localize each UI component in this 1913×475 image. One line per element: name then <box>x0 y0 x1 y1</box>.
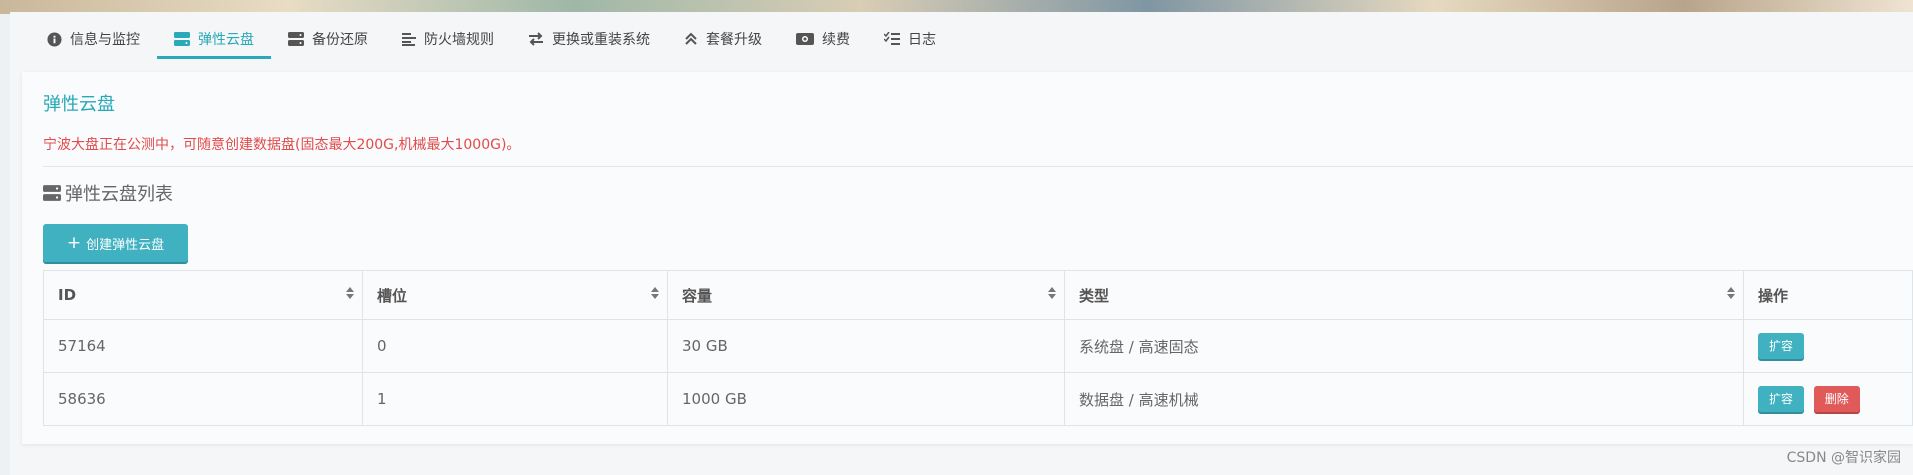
tab-label: 续费 <box>822 32 850 48</box>
tab-info-monitor[interactable]: 信息与监控 <box>30 22 157 56</box>
sort-icon <box>651 287 659 299</box>
tab-logs[interactable]: 日志 <box>867 22 953 56</box>
sort-icon <box>1727 287 1735 299</box>
cell-type: 系统盘 / 高速固态 <box>1064 319 1744 373</box>
disk-list-title-text: 弹性云盘列表 <box>65 184 173 205</box>
elastic-disk-panel: 弹性云盘 宁波大盘正在公测中，可随意创建数据盘(固态最大200G,机械最大100… <box>22 72 1913 444</box>
cell-slot: 0 <box>362 319 668 373</box>
column-header-type[interactable]: 类型 <box>1064 270 1744 320</box>
disk-list-title: 弹性云盘列表 <box>43 180 173 206</box>
column-header-actions: 操作 <box>1743 270 1913 320</box>
tab-bar: 信息与监控 弹性云盘 备份还原 防火墙规则 更换或重装系统 套餐升级 续费 日志 <box>30 22 953 59</box>
tab-label: 弹性云盘 <box>198 32 254 48</box>
money-icon <box>796 33 814 45</box>
expand-button[interactable]: 扩容 <box>1758 333 1805 359</box>
server-icon <box>43 185 61 201</box>
cell-id: 57164 <box>43 319 363 373</box>
tab-backup-restore[interactable]: 备份还原 <box>271 22 385 56</box>
column-header-slot[interactable]: 槽位 <box>362 270 668 320</box>
server-icon <box>288 32 304 46</box>
column-header-label: 槽位 <box>377 286 408 305</box>
tab-label: 防火墙规则 <box>424 32 494 48</box>
tab-label: 套餐升级 <box>706 32 762 48</box>
table-row: 57164 0 30 GB 系统盘 / 高速固态 扩容 <box>43 319 1913 373</box>
column-header-label: 类型 <box>1079 286 1110 305</box>
divider <box>43 166 1913 167</box>
align-left-icon <box>402 33 416 46</box>
tab-renew[interactable]: 续费 <box>779 22 867 56</box>
column-header-label: ID <box>58 286 77 304</box>
info-icon <box>47 31 62 47</box>
create-disk-button[interactable]: + 创建弹性云盘 <box>43 224 188 262</box>
tab-reinstall-system[interactable]: 更换或重装系统 <box>511 22 667 56</box>
tab-plan-upgrade[interactable]: 套餐升级 <box>667 22 779 56</box>
plus-icon: + <box>66 232 82 253</box>
cell-actions: 扩容 删除 <box>1743 372 1913 426</box>
cell-actions: 扩容 <box>1743 319 1913 373</box>
cell-type: 数据盘 / 高速机械 <box>1064 372 1744 426</box>
tab-firewall-rules[interactable]: 防火墙规则 <box>385 22 511 56</box>
watermark: CSDN @智识家园 <box>1786 450 1901 466</box>
create-disk-label: 创建弹性云盘 <box>86 237 165 253</box>
notice-text: 宁波大盘正在公测中，可随意创建数据盘(固态最大200G,机械最大1000G)。 <box>43 137 521 153</box>
column-header-label: 容量 <box>682 286 713 305</box>
sort-icon <box>1048 287 1056 299</box>
tab-elastic-disk[interactable]: 弹性云盘 <box>157 22 271 59</box>
table-row: 58636 1 1000 GB 数据盘 / 高速机械 扩容 删除 <box>43 372 1913 426</box>
cell-capacity: 30 GB <box>667 319 1065 373</box>
disk-table: ID 槽位 容量 类型 操作 57164 0 30 GB 系统盘 / 高速固态 … <box>43 270 1913 426</box>
cell-slot: 1 <box>362 372 668 426</box>
column-header-id[interactable]: ID <box>43 270 363 320</box>
disk-icon <box>174 32 190 46</box>
panel-title: 弹性云盘 <box>43 94 115 115</box>
table-header-row: ID 槽位 容量 类型 操作 <box>43 270 1913 320</box>
tab-label: 日志 <box>908 32 936 48</box>
column-header-label: 操作 <box>1758 286 1789 305</box>
sort-icon <box>346 287 354 299</box>
cell-id: 58636 <box>43 372 363 426</box>
delete-button[interactable]: 删除 <box>1813 386 1860 412</box>
list-check-icon <box>884 32 900 45</box>
tab-label: 信息与监控 <box>70 32 140 48</box>
tab-label: 备份还原 <box>312 32 368 48</box>
exchange-icon <box>529 32 543 46</box>
cell-capacity: 1000 GB <box>667 372 1065 426</box>
expand-button[interactable]: 扩容 <box>1758 386 1805 412</box>
chevrons-up-icon <box>685 32 697 45</box>
tab-label: 更换或重装系统 <box>552 32 650 48</box>
column-header-capacity[interactable]: 容量 <box>667 270 1065 320</box>
